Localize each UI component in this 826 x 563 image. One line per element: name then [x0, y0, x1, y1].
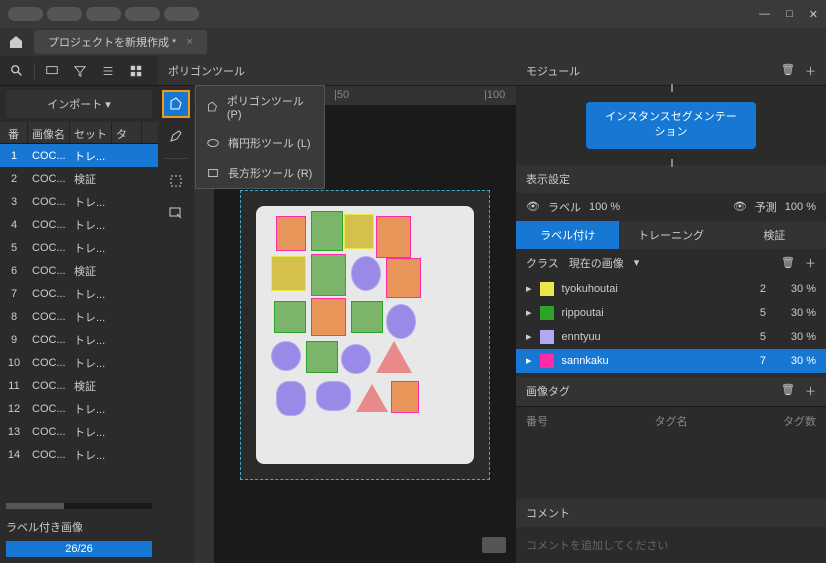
tab-training[interactable]: トレーニング	[619, 221, 722, 249]
class-row[interactable]: ▸tyokuhoutai230 %	[516, 277, 826, 301]
delete-icon[interactable]: 🗑	[781, 63, 795, 79]
module-label: モジュール	[526, 63, 580, 79]
class-scope[interactable]: 現在の画像	[569, 255, 624, 271]
image-row[interactable]: 1COC...トレ...	[0, 144, 158, 167]
module-chip[interactable]: インスタンスセグメンテーション	[586, 102, 756, 149]
import-button[interactable]: インポート ▾	[6, 90, 152, 118]
filter-icon[interactable]	[41, 60, 63, 82]
delete-icon[interactable]: 🗑	[781, 256, 795, 269]
image-tag-label: 画像タグ	[526, 383, 570, 399]
comment-input[interactable]: コメントを追加してください	[516, 527, 826, 563]
tag-col-num: 番号	[526, 413, 586, 429]
image-row[interactable]: 9COC...トレ...	[0, 328, 158, 351]
image-row[interactable]: 14COC...トレ...	[0, 443, 158, 466]
image-row[interactable]: 11COC...検証	[0, 374, 158, 397]
image-row[interactable]: 5COC...トレ...	[0, 236, 158, 259]
progress-bar: 26/26	[6, 541, 152, 557]
image-row[interactable]: 8COC...トレ...	[0, 305, 158, 328]
minimize-button[interactable]: —	[759, 8, 770, 21]
pill	[125, 7, 160, 21]
maximize-button[interactable]: □	[786, 8, 793, 21]
pointer-tool[interactable]	[162, 199, 190, 227]
toolbar	[158, 86, 194, 563]
tray	[256, 206, 474, 464]
labeled-images-label: ラベル付き画像	[6, 519, 152, 535]
tool-name: ポリゴンツール	[168, 63, 245, 79]
label-text: ラベル	[548, 199, 581, 215]
image-row[interactable]: 4COC...トレ...	[0, 213, 158, 236]
tag-col-name: タグ名	[586, 413, 756, 429]
funnel-icon[interactable]	[69, 60, 91, 82]
pill	[8, 7, 43, 21]
image-row[interactable]: 6COC...検証	[0, 259, 158, 282]
project-tab[interactable]: プロジェクトを新規作成 * ×	[34, 30, 207, 54]
image-row[interactable]: 3COC...トレ...	[0, 190, 158, 213]
col-num[interactable]: 番号	[0, 122, 28, 143]
pill	[86, 7, 121, 21]
comment-header: コメント	[516, 499, 826, 527]
search-icon[interactable]	[6, 60, 28, 82]
class-label: クラス	[526, 255, 559, 271]
pred-text: 予測	[755, 199, 777, 215]
eye-icon[interactable]: 👁	[733, 200, 747, 213]
tab-close-icon[interactable]: ×	[186, 36, 192, 48]
dd-polygon[interactable]: ポリゴンツール (P)	[196, 86, 324, 128]
image-row[interactable]: 2COC...検証	[0, 167, 158, 190]
class-row[interactable]: ▸rippoutai530 %	[516, 301, 826, 325]
image-row[interactable]: 13COC...トレ...	[0, 420, 158, 443]
tab-validation[interactable]: 検証	[723, 221, 826, 249]
col-tag[interactable]: タグ	[112, 122, 142, 143]
right-panel: モジュール 🗑 ＋ インスタンスセグメンテーション 表示設定 👁 ラベル 100…	[516, 56, 826, 563]
image-row[interactable]: 12COC...トレ...	[0, 397, 158, 420]
display-settings-header: 表示設定	[516, 165, 826, 193]
close-button[interactable]: ✕	[809, 8, 818, 21]
class-list: ▸tyokuhoutai230 %▸rippoutai530 %▸enntyuu…	[516, 277, 826, 373]
label-pct: 100 %	[589, 201, 620, 213]
class-row[interactable]: ▸enntyuu530 %	[516, 325, 826, 349]
scrollbar[interactable]	[6, 503, 152, 509]
tag-col-cnt: タグ数	[756, 413, 816, 429]
keyboard-icon[interactable]	[482, 537, 506, 553]
select-tool[interactable]	[162, 167, 190, 195]
tool-dropdown: ポリゴンツール (P) 楕円形ツール (L) 長方形ツール (R)	[195, 85, 325, 189]
tabbar: プロジェクトを新規作成 * ×	[0, 28, 826, 56]
dropdown-icon[interactable]: ▾	[634, 256, 640, 269]
delete-icon[interactable]: 🗑	[781, 383, 795, 399]
col-set[interactable]: セット	[70, 122, 112, 143]
pred-pct: 100 %	[785, 201, 816, 213]
left-panel: インポート ▾ 番号 画像名 セット タグ 1COC...トレ...2COC..…	[0, 56, 158, 563]
add-icon[interactable]: ＋	[805, 255, 816, 271]
edit-tool[interactable]	[162, 122, 190, 150]
polygon-tool[interactable]	[162, 90, 190, 118]
image-row[interactable]: 7COC...トレ...	[0, 282, 158, 305]
class-row[interactable]: ▸sannkaku730 %	[516, 349, 826, 373]
eye-icon[interactable]: 👁	[526, 200, 540, 213]
image-list-header: 番号 画像名 セット タグ	[0, 122, 158, 144]
home-icon[interactable]	[8, 34, 24, 50]
image-list: 1COC...トレ...2COC...検証3COC...トレ...4COC...…	[0, 144, 158, 499]
tab-labeling[interactable]: ラベル付け	[516, 221, 619, 249]
titlebar: — □ ✕	[0, 0, 826, 28]
pill	[164, 7, 199, 21]
tab-title: プロジェクトを新規作成 *	[48, 34, 176, 50]
add-icon[interactable]: ＋	[805, 383, 816, 399]
pill	[47, 7, 82, 21]
grid-icon[interactable]	[125, 60, 147, 82]
dd-ellipse[interactable]: 楕円形ツール (L)	[196, 128, 324, 158]
dd-rect[interactable]: 長方形ツール (R)	[196, 158, 324, 188]
image-row[interactable]: 10COC...トレ...	[0, 351, 158, 374]
image[interactable]	[240, 190, 490, 480]
list-icon[interactable]	[97, 60, 119, 82]
col-name[interactable]: 画像名	[28, 122, 70, 143]
add-icon[interactable]: ＋	[805, 63, 816, 79]
